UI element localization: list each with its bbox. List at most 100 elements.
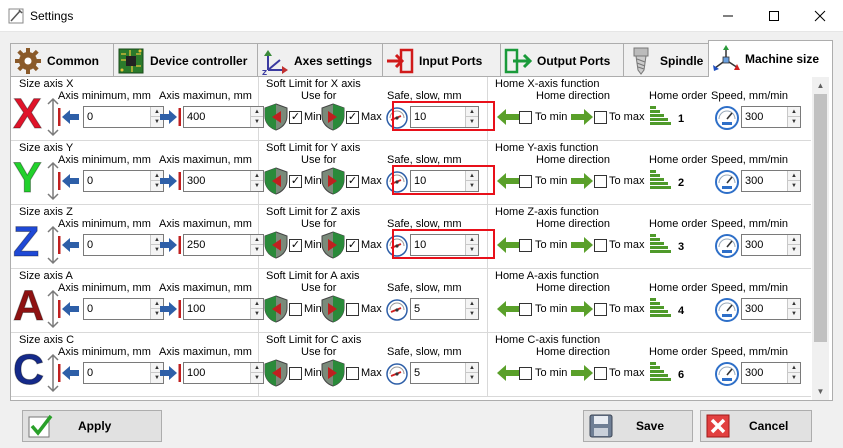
home-min-arrow-icon	[497, 365, 519, 381]
max-shield-icon	[321, 359, 345, 387]
tab-machine-size[interactable]: Machine size	[708, 40, 833, 77]
soft-max-checkbox[interactable]	[346, 367, 359, 380]
scroll-down-icon[interactable]: ▼	[812, 383, 829, 400]
safe-slow-value: 5	[414, 303, 421, 315]
close-button[interactable]	[797, 0, 843, 32]
speed-input[interactable]: 300 ▲ ▼	[741, 298, 801, 320]
soft-min-checkbox[interactable]	[289, 303, 302, 316]
spin-down-icon[interactable]: ▼	[466, 373, 478, 383]
axis-max-input[interactable]: 400 ▲ ▼	[183, 106, 264, 128]
tab-input-ports[interactable]: Input Ports	[382, 43, 501, 77]
to-min-checkbox[interactable]	[519, 367, 532, 380]
to-min-checkbox[interactable]	[519, 111, 532, 124]
cancel-button[interactable]: Cancel	[700, 410, 812, 442]
axis-max-input[interactable]: 100 ▲ ▼	[183, 362, 264, 384]
minimize-button[interactable]	[705, 0, 751, 32]
scrollbar-thumb[interactable]	[814, 94, 827, 342]
to-max-checkbox[interactable]	[594, 367, 607, 380]
tab-device-controller[interactable]: Device controller	[113, 43, 258, 77]
soft-max-checkbox[interactable]	[346, 303, 359, 316]
axis-min-input[interactable]: 0 ▲ ▼	[83, 298, 164, 320]
speed-gauge-icon	[715, 298, 739, 322]
axis-max-input[interactable]: 100 ▲ ▼	[183, 298, 264, 320]
soft-min-checkbox[interactable]: ✓	[289, 175, 302, 188]
min-shield-icon	[264, 359, 288, 387]
speed-input[interactable]: 300 ▲ ▼	[741, 106, 801, 128]
home-max-arrow-icon	[571, 365, 593, 381]
max-shield-icon	[321, 167, 345, 195]
axis-max-input[interactable]: 250 ▲ ▼	[183, 234, 264, 256]
spin-down-icon[interactable]: ▼	[788, 373, 800, 383]
home-max-arrow-icon	[571, 301, 593, 317]
axis-letter-icon: Y	[13, 154, 43, 202]
axis-max-label: Axis maximun, mm	[159, 282, 252, 294]
to-max-checkbox[interactable]	[594, 303, 607, 316]
axis-row-c: Size axis C Axis minimum, mm Axis maximu…	[11, 333, 811, 397]
speed-input[interactable]: 300 ▲ ▼	[741, 234, 801, 256]
to-min-checkbox[interactable]	[519, 175, 532, 188]
to-max-checkbox[interactable]	[594, 111, 607, 124]
tab-machine-size-label: Machine size	[745, 52, 820, 66]
axis-row-a: Size axis A Axis minimum, mm Axis maximu…	[11, 269, 811, 333]
axis-min-input[interactable]: 0 ▲ ▼	[83, 234, 164, 256]
to-min-checkbox[interactable]	[519, 303, 532, 316]
axis-letter-icon: X	[13, 90, 43, 138]
spin-up-icon[interactable]: ▲	[788, 299, 800, 309]
soft-max-checkbox[interactable]: ✓	[346, 111, 359, 124]
speed-input[interactable]: 300 ▲ ▼	[741, 170, 801, 192]
soft-limit-title: Soft Limit for Z axis	[266, 206, 361, 218]
spin-down-icon[interactable]: ▼	[788, 117, 800, 127]
tab-device-controller-label: Device controller	[150, 53, 248, 68]
min-label: Min	[304, 367, 322, 379]
max-label: Max	[361, 111, 382, 123]
soft-max-checkbox[interactable]: ✓	[346, 175, 359, 188]
speed-gauge-icon	[715, 106, 739, 130]
to-max-checkbox[interactable]	[594, 239, 607, 252]
speed-input[interactable]: 300 ▲ ▼	[741, 362, 801, 384]
tab-output-ports[interactable]: Output Ports	[500, 43, 624, 77]
axis-max-label: Axis maximun, mm	[159, 346, 252, 358]
to-max-checkbox[interactable]	[594, 175, 607, 188]
spin-up-icon[interactable]: ▲	[466, 363, 478, 373]
home-order-stairs-icon	[650, 234, 671, 253]
safe-slow-input[interactable]: 5 ▲ ▼	[410, 298, 479, 320]
home-order-stairs-icon	[650, 170, 671, 189]
soft-min-checkbox[interactable]: ✓	[289, 239, 302, 252]
spin-down-icon[interactable]: ▼	[788, 309, 800, 319]
save-label: Save	[636, 419, 665, 433]
safe-slow-input[interactable]: 5 ▲ ▼	[410, 362, 479, 384]
axis-max-value: 400	[187, 111, 206, 123]
spin-up-icon[interactable]: ▲	[466, 299, 478, 309]
soft-min-checkbox[interactable]: ✓	[289, 111, 302, 124]
svg-text:Z: Z	[262, 69, 267, 76]
axis-row-y: Size axis Y Axis minimum, mm Axis maximu…	[11, 141, 811, 205]
spin-down-icon[interactable]: ▼	[788, 245, 800, 255]
spin-down-icon[interactable]: ▼	[466, 309, 478, 319]
spin-down-icon[interactable]: ▼	[788, 181, 800, 191]
max-label: Max	[361, 303, 382, 315]
apply-button[interactable]: Apply	[22, 410, 162, 442]
vertical-scrollbar[interactable]: ▲ ▼	[812, 77, 829, 400]
axis-max-value: 100	[187, 303, 206, 315]
tab-common[interactable]: Common	[10, 43, 114, 77]
spin-up-icon[interactable]: ▲	[788, 235, 800, 245]
axis-min-input[interactable]: 0 ▲ ▼	[83, 170, 164, 192]
tab-spindle[interactable]: Spindle	[623, 43, 709, 77]
soft-min-checkbox[interactable]	[289, 367, 302, 380]
home-order-label: Home order	[649, 90, 708, 102]
axis-max-input[interactable]: 300 ▲ ▼	[183, 170, 264, 192]
spin-up-icon[interactable]: ▲	[788, 107, 800, 117]
to-min-label: To min	[535, 303, 568, 315]
maximize-button[interactable]	[751, 0, 797, 32]
axis-min-input[interactable]: 0 ▲ ▼	[83, 362, 164, 384]
axis-min-input[interactable]: 0 ▲ ▼	[83, 106, 164, 128]
save-button[interactable]: Save	[583, 410, 693, 442]
soft-limit-group: Soft Limit for Z axis Use for Safe, slow…	[259, 205, 495, 269]
spin-up-icon[interactable]: ▲	[788, 363, 800, 373]
tab-axes-settings[interactable]: Z Axes settings	[257, 43, 383, 77]
to-min-checkbox[interactable]	[519, 239, 532, 252]
spin-up-icon[interactable]: ▲	[788, 171, 800, 181]
soft-max-checkbox[interactable]: ✓	[346, 239, 359, 252]
home-order-value: 2	[678, 177, 685, 189]
scroll-up-icon[interactable]: ▲	[812, 77, 829, 94]
